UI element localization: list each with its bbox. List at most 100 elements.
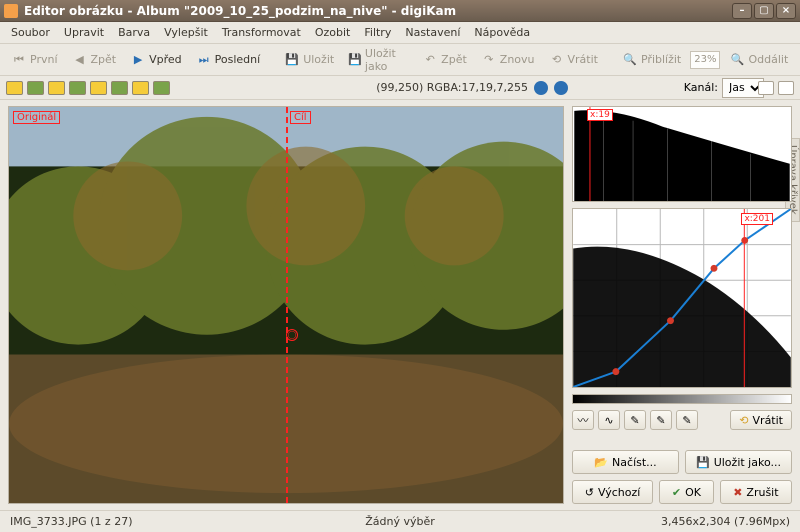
menu-ozobit[interactable]: Ozobit: [308, 24, 358, 41]
first-button: ⏮První: [6, 50, 63, 70]
undo-button: ↶Zpět: [417, 50, 472, 70]
curves-panel[interactable]: x:201: [572, 208, 792, 388]
last-icon: ⏭: [196, 52, 212, 68]
histogram-marker-label: x:19: [587, 109, 613, 121]
revert-icon: ⟲: [549, 52, 565, 68]
menu-napoveda[interactable]: Nápověda: [467, 24, 537, 41]
channel-label: Kanál:: [684, 81, 718, 94]
ok-button[interactable]: ✔ OK: [659, 480, 714, 504]
preview-image[interactable]: Originál Cíl ◯: [8, 106, 564, 504]
thumb-2[interactable]: [27, 81, 44, 95]
gradient-strip[interactable]: [572, 394, 792, 404]
target-badge: Cíl: [290, 111, 311, 124]
thumb-3[interactable]: [48, 81, 65, 95]
lin-scale-icon[interactable]: [758, 81, 774, 95]
thumb-7[interactable]: [132, 81, 149, 95]
picker-black-icon[interactable]: ✎: [624, 410, 646, 430]
menu-soubor[interactable]: Soubor: [4, 24, 57, 41]
redo-label: Znovu: [500, 53, 535, 66]
curve-smooth-icon[interactable]: ∿: [598, 410, 620, 430]
work-area: Originál Cíl ◯ Úprava křivek x:19: [0, 100, 800, 510]
first-label: První: [30, 53, 58, 66]
cancel-button[interactable]: ✖ Zrušit: [720, 480, 792, 504]
zoomout-button: 🔍Oddálit: [724, 50, 793, 70]
menu-vylepsit[interactable]: Vylepšit: [157, 24, 215, 41]
save-icon: 💾: [696, 456, 710, 469]
menu-transformovat[interactable]: Transformovat: [215, 24, 308, 41]
forward-label: Vpřed: [149, 53, 182, 66]
curves-revert-label: Vrátit: [753, 414, 783, 427]
zoomout-label: Oddálit: [748, 53, 788, 66]
last-label: Poslední: [215, 53, 261, 66]
zoomin-label: Přiblížit: [641, 53, 681, 66]
status-dot-blue2-icon[interactable]: [554, 81, 568, 95]
curve-free-icon[interactable]: 〰: [572, 410, 594, 430]
redo-button: ↷Znovu: [476, 50, 540, 70]
histogram-panel[interactable]: x:19: [572, 106, 792, 202]
picker-white-icon[interactable]: ✎: [676, 410, 698, 430]
saveas-curve-button[interactable]: 💾 Uložit jako...: [685, 450, 792, 474]
log-scale-icon[interactable]: [778, 81, 794, 95]
preview-pane: Originál Cíl ◯: [8, 106, 564, 504]
status-selection: Žádný výběr: [270, 515, 530, 528]
ok-icon: ✔: [672, 486, 681, 499]
save-icon: 💾: [284, 52, 300, 68]
revert-label: Vrátit: [568, 53, 598, 66]
defaults-button[interactable]: ↺ Výchozí: [572, 480, 653, 504]
thumb-4[interactable]: [69, 81, 86, 95]
picker-gray-icon[interactable]: ✎: [650, 410, 672, 430]
menu-filtry[interactable]: Filtry: [357, 24, 398, 41]
toolbar: ⏮První ◀Zpět ▶Vpřed ⏭Poslední 💾Uložit 💾U…: [0, 44, 800, 76]
io-button-row: 📂Načíst... 💾 Uložit jako...: [572, 450, 792, 474]
back-icon: ◀: [72, 52, 88, 68]
load-button[interactable]: 📂Načíst...: [572, 450, 679, 474]
preview-mode-row: (99,250) RGBA:17,19,7,255 Kanál: Jas: [0, 76, 800, 100]
revert-button: ⟲Vrátit: [544, 50, 603, 70]
menu-barva[interactable]: Barva: [111, 24, 157, 41]
pixel-status-text: (99,250) RGBA:17,19,7,255: [376, 81, 528, 94]
last-button[interactable]: ⏭Poslední: [191, 50, 266, 70]
dialog-button-row: ↺ Výchozí ✔ OK ✖ Zrušit: [572, 480, 792, 504]
maximize-button[interactable]: ▢: [754, 3, 774, 19]
split-divider[interactable]: [286, 107, 288, 503]
status-dot-blue-icon[interactable]: [534, 81, 548, 95]
menu-nastaveni[interactable]: Nastavení: [398, 24, 467, 41]
channel-selector: Kanál: Jas: [684, 78, 764, 98]
redo-icon: ↷: [481, 52, 497, 68]
status-dimensions: 3,456x2,304 (7.96Mpx): [530, 515, 790, 528]
menu-upravit[interactable]: Upravit: [57, 24, 111, 41]
thumb-6[interactable]: [111, 81, 128, 95]
scale-toggles: [758, 81, 794, 95]
cancel-icon: ✖: [733, 486, 742, 499]
curves-revert-button[interactable]: ⟲ Vrátit: [730, 410, 792, 430]
defaults-label: Výchozí: [598, 486, 640, 499]
original-badge: Originál: [13, 111, 60, 124]
cancel-label: Zrušit: [746, 486, 778, 499]
first-icon: ⏮: [11, 52, 27, 68]
load-label: Načíst...: [612, 456, 657, 469]
color-picker-marker[interactable]: ◯: [286, 329, 298, 341]
undo-icon: ↶: [422, 52, 438, 68]
thumb-1[interactable]: [6, 81, 23, 95]
saveas-curve-label: Uložit jako...: [714, 456, 781, 469]
save-label: Uložit: [303, 53, 334, 66]
close-button[interactable]: ×: [776, 3, 796, 19]
status-file: IMG_3733.JPG (1 z 27): [10, 515, 270, 528]
curves-marker-label: x:201: [741, 213, 773, 225]
thumb-8[interactable]: [153, 81, 170, 95]
thumb-5[interactable]: [90, 81, 107, 95]
pixel-status: (99,250) RGBA:17,19,7,255: [376, 81, 568, 95]
window-title: Editor obrázku - Album "2009_10_25_podzi…: [24, 4, 730, 18]
forward-button[interactable]: ▶Vpřed: [125, 50, 187, 70]
curves-chart: [573, 209, 791, 387]
minimize-button[interactable]: –: [732, 3, 752, 19]
reset-icon: ↺: [585, 486, 594, 499]
zoomout-icon: 🔍: [729, 52, 745, 68]
ok-label: OK: [685, 486, 701, 499]
saveas-icon: 💾: [348, 52, 362, 68]
zoom-value[interactable]: 23%: [690, 51, 720, 69]
back-button: ◀Zpět: [67, 50, 122, 70]
save-button: 💾Uložit: [279, 50, 339, 70]
titlebar: Editor obrázku - Album "2009_10_25_podzi…: [0, 0, 800, 22]
app-icon: [4, 4, 18, 18]
